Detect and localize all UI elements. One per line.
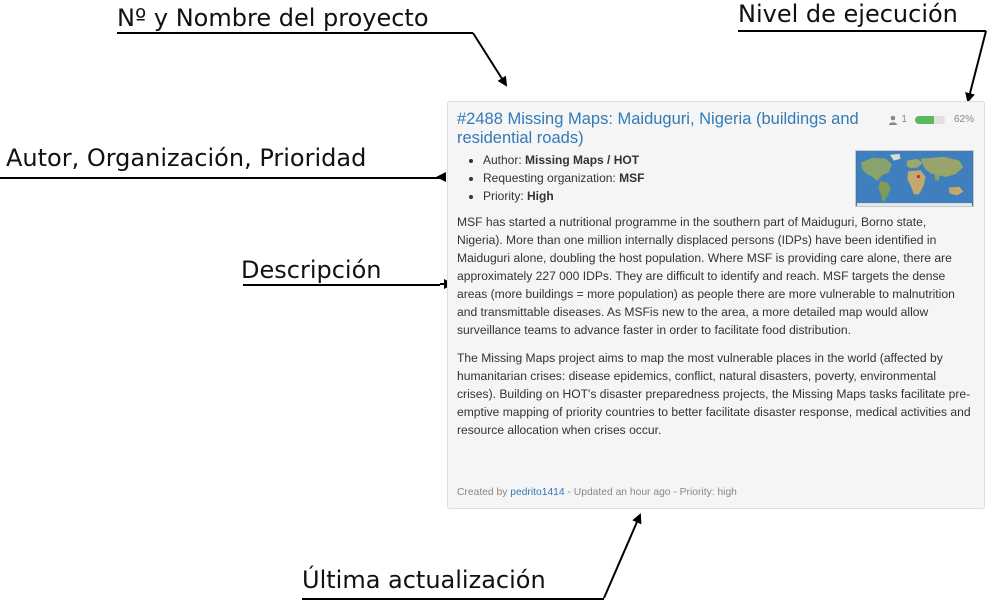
annotation-author-org-priority: Autor, Organización, Prioridad [6, 144, 367, 172]
progress-percent: 62% [953, 114, 974, 125]
organization-value: MSF [619, 171, 645, 185]
world-map-thumbnail[interactable] [855, 150, 974, 207]
project-description: MSF has started a nutritional programme … [457, 213, 975, 449]
annotation-underline [302, 598, 604, 600]
arrow-project-name [472, 32, 508, 87]
project-footer: Created by pedrito1414 - Updated an hour… [457, 487, 737, 498]
annotation-underline [243, 284, 440, 286]
organization-item: Requesting organization: MSF [483, 169, 644, 187]
description-paragraph: MSF has started a nutritional programme … [457, 215, 955, 337]
priority-item: Priority: High [483, 187, 644, 205]
author-label: Author: [483, 153, 526, 167]
description-paragraph: The Missing Maps project aims to map the… [457, 351, 971, 437]
arrow-execution-level [965, 30, 987, 103]
annotation-underline [738, 30, 986, 32]
footer-update-info: - Updated an hour ago - Priority: high [564, 487, 737, 498]
user-icon [889, 115, 898, 125]
project-card: #2488 Missing Maps: Maiduguri, Nigeria (… [447, 101, 985, 509]
author-item: Author: Missing Maps / HOT [483, 151, 644, 169]
annotation-last-update: Última actualización [302, 566, 546, 594]
contributors-count: 1 [901, 114, 907, 125]
annotation-description: Descripción [241, 256, 382, 284]
annotation-underline [117, 32, 473, 34]
annotation-execution-level: Nivel de ejecución [738, 0, 958, 28]
project-stats: 1 62% [888, 114, 974, 125]
project-meta-list: Author: Missing Maps / HOT Requesting or… [469, 151, 644, 205]
footer-created-label: Created by [457, 487, 511, 498]
progress-bar-fill [914, 115, 934, 124]
project-title-link[interactable]: #2488 Missing Maps: Maiduguri, Nigeria (… [457, 110, 869, 148]
arrow-last-update [603, 513, 642, 599]
author-value: Missing Maps / HOT [525, 153, 640, 167]
world-map-icon [857, 151, 972, 206]
priority-label: Priority: [483, 189, 528, 203]
progress-bar [914, 115, 945, 124]
annotation-underline [0, 177, 440, 179]
organization-label: Requesting organization: [483, 171, 620, 185]
priority-value: High [527, 189, 554, 203]
author-user-link[interactable]: pedrito1414 [510, 487, 564, 498]
annotation-project-name: Nº y Nombre del proyecto [117, 4, 429, 32]
